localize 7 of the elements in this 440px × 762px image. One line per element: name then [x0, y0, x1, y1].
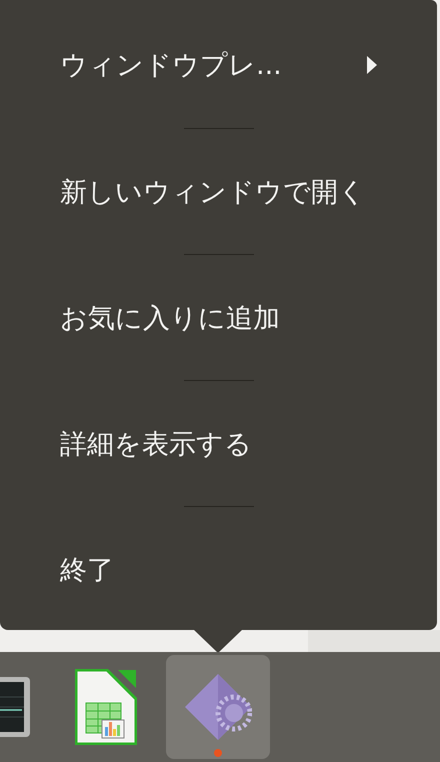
menu-item[interactable]: 終了 [0, 507, 437, 632]
menu-item[interactable]: ウィンドウプレ... [0, 2, 437, 128]
menu-item[interactable]: 詳細を表示する [0, 381, 437, 506]
menu-item[interactable]: お気に入りに追加 [0, 255, 437, 380]
menu-item[interactable]: 新しいウィンドウで開く [0, 129, 437, 254]
monitor-icon[interactable] [0, 677, 30, 737]
spreadsheet-icon[interactable] [75, 669, 137, 745]
